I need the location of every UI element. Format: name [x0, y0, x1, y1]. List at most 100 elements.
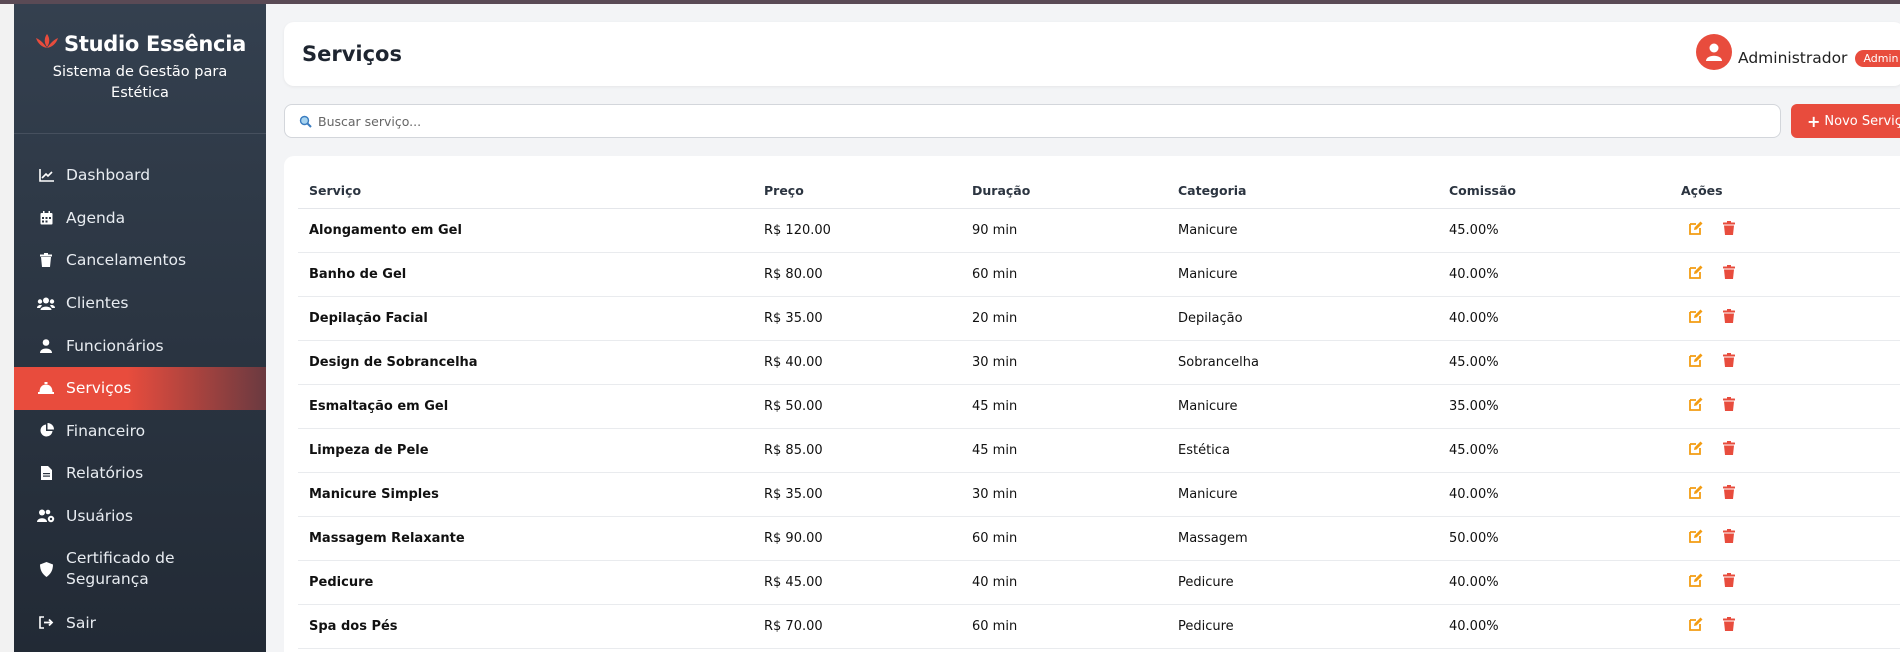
service-name: Design de Sobrancelha: [298, 340, 753, 385]
service-duration: 60 min: [961, 516, 1167, 561]
user-avatar-icon: [1706, 43, 1722, 61]
table-body: Alongamento em Gel R$ 120.00 90 min Manicur…: [298, 208, 1900, 649]
service-duration: 30 min: [961, 340, 1167, 385]
row-actions: [1670, 560, 1900, 605]
service-name: Manicure Simples: [298, 472, 753, 517]
search-bar: [284, 104, 1781, 138]
edit-icon[interactable]: [1689, 529, 1703, 543]
calendar-icon: [36, 210, 56, 225]
sidebar-item-cancelamentos[interactable]: Cancelamentos: [14, 239, 266, 282]
search-input[interactable]: [318, 113, 1718, 129]
sidebar-item-relatorios[interactable]: Relatórios: [14, 452, 266, 495]
services-table: Serviço Preço Duração Categoria Comissão…: [298, 166, 1900, 649]
new-service-label: Novo Serviço: [1824, 113, 1900, 129]
column-header-comissao[interactable]: Comissão: [1438, 166, 1670, 209]
sidebar-item-certificado[interactable]: Certificado de Segurança: [14, 537, 266, 601]
service-category: Manicure: [1167, 472, 1438, 517]
service-category: Pedicure: [1167, 560, 1438, 605]
delete-icon[interactable]: [1723, 309, 1735, 323]
sidebar-item-usuarios[interactable]: Usuários: [14, 495, 266, 538]
edit-icon[interactable]: [1689, 573, 1703, 587]
sidebar-item-funcionarios[interactable]: Funcionários: [14, 324, 266, 367]
sidebar-item-clientes[interactable]: Clientes: [14, 282, 266, 325]
sidebar-item-sair[interactable]: Sair: [14, 601, 266, 644]
row-actions: [1670, 472, 1900, 517]
user-icon: [36, 338, 56, 353]
delete-icon[interactable]: [1723, 353, 1735, 367]
delete-icon[interactable]: [1723, 221, 1735, 235]
service-duration: 30 min: [961, 472, 1167, 517]
lotus-icon: [34, 33, 60, 55]
edit-icon[interactable]: [1689, 397, 1703, 411]
delete-icon[interactable]: [1723, 265, 1735, 279]
service-commission: 35.00%: [1438, 384, 1670, 429]
service-category: Depilação: [1167, 296, 1438, 341]
column-header-categoria[interactable]: Categoria: [1167, 166, 1438, 209]
column-header-preco[interactable]: Preço: [753, 166, 961, 209]
window-edge: [0, 4, 14, 652]
column-header-duracao[interactable]: Duração: [961, 166, 1167, 209]
service-duration: 60 min: [961, 252, 1167, 297]
shield-icon: [36, 561, 56, 577]
row-actions: [1670, 252, 1900, 297]
service-commission: 40.00%: [1438, 604, 1670, 649]
service-commission: 40.00%: [1438, 560, 1670, 605]
table-row: Alongamento em Gel R$ 120.00 90 min Manicur…: [298, 208, 1900, 253]
sign-out-icon: [36, 616, 56, 629]
service-price: R$ 70.00: [753, 604, 961, 649]
user-menu[interactable]: Administrador Admin: [1696, 34, 1900, 70]
service-price: R$ 90.00: [753, 516, 961, 561]
sidebar-item-servicos[interactable]: Serviços: [14, 366, 266, 410]
service-commission: 50.00%: [1438, 516, 1670, 561]
row-actions: [1670, 428, 1900, 473]
edit-icon[interactable]: [1689, 617, 1703, 631]
service-category: Manicure: [1167, 384, 1438, 429]
row-actions: [1670, 516, 1900, 561]
new-service-button[interactable]: + Novo Serviço: [1791, 104, 1900, 138]
service-price: R$ 50.00: [753, 384, 961, 429]
service-name: Banho de Gel: [298, 252, 753, 297]
table-row: Spa dos Pés R$ 70.00 60 min Pedicure 40.00%: [298, 604, 1900, 649]
delete-icon[interactable]: [1723, 485, 1735, 499]
sidebar-item-financeiro[interactable]: Financeiro: [14, 410, 266, 453]
delete-icon[interactable]: [1723, 441, 1735, 455]
edit-icon[interactable]: [1689, 485, 1703, 499]
delete-icon[interactable]: [1723, 397, 1735, 411]
service-price: R$ 35.00: [753, 296, 961, 341]
service-duration: 60 min: [961, 604, 1167, 649]
service-commission: 40.00%: [1438, 252, 1670, 297]
delete-icon[interactable]: [1723, 617, 1735, 631]
service-commission: 40.00%: [1438, 472, 1670, 517]
users-icon: [36, 297, 56, 310]
service-price: R$ 40.00: [753, 340, 961, 385]
delete-icon[interactable]: [1723, 573, 1735, 587]
table-row: Limpeza de Pele R$ 85.00 45 min Estética 45.…: [298, 428, 1900, 473]
sidebar-item-label: Dashboard: [66, 166, 151, 185]
service-price: R$ 45.00: [753, 560, 961, 605]
sidebar-item-label: Funcionários: [66, 336, 164, 355]
brand-subtitle: Sistema de Gestão para Estética: [52, 64, 228, 101]
edit-icon[interactable]: [1689, 353, 1703, 367]
edit-icon[interactable]: [1689, 441, 1703, 455]
sidebar-item-agenda[interactable]: Agenda: [14, 197, 266, 240]
sidebar-item-label: Cancelamentos: [66, 251, 187, 270]
sidebar-item-dashboard[interactable]: Dashboard: [14, 154, 266, 197]
delete-icon[interactable]: [1723, 529, 1735, 543]
plus-icon: +: [1807, 111, 1821, 131]
column-header-servico[interactable]: Serviço: [298, 166, 753, 209]
sidebar-item-label: Sair: [66, 613, 97, 632]
service-name: Massagem Relaxante: [298, 516, 753, 561]
service-name: Depilação Facial: [298, 296, 753, 341]
row-actions: [1670, 208, 1900, 253]
edit-icon[interactable]: [1689, 265, 1703, 279]
table-row: Pedicure R$ 45.00 40 min Pedicure 40.00%: [298, 560, 1900, 605]
service-price: R$ 120.00: [753, 208, 961, 253]
service-name: Alongamento em Gel: [298, 208, 753, 253]
service-name: Spa dos Pés: [298, 604, 753, 649]
pie-chart-icon: [36, 423, 56, 438]
service-price: R$ 80.00: [753, 252, 961, 297]
edit-icon[interactable]: [1689, 221, 1703, 235]
service-duration: 40 min: [961, 560, 1167, 605]
edit-icon[interactable]: [1689, 309, 1703, 323]
trash-icon: [36, 253, 56, 268]
